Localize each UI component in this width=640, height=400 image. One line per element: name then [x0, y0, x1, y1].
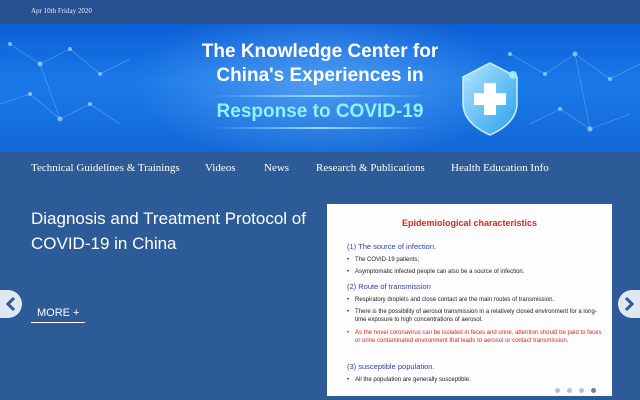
more-button[interactable]: MORE +	[31, 305, 85, 323]
banner-title-line2: China's Experiences in	[216, 65, 424, 86]
nav-item-news[interactable]: News	[264, 162, 289, 174]
card-title: Epidemiological characteristics	[401, 218, 538, 228]
banner-rule-bottom	[210, 127, 430, 129]
card-bullet: • Respiratory droplets and close contact…	[347, 297, 555, 303]
slide-image-card[interactable]: Epidemiological characteristics (1) The …	[327, 204, 612, 396]
carousel-next-button[interactable]	[618, 290, 640, 318]
banner-title-line1: The Knowledge Center for	[201, 41, 439, 62]
slide-title[interactable]: Diagnosis and Treatment Protocol of COVI…	[31, 206, 311, 256]
banner: The Knowledge Center for China's Experie…	[0, 24, 640, 152]
carousel-dot[interactable]	[579, 388, 584, 393]
card-bullet: • The COVID-19 patients;	[347, 257, 420, 263]
chevron-left-icon	[5, 296, 16, 312]
carousel-dots	[555, 388, 605, 394]
main-nav: Technical Guidelines & Trainings Videos …	[0, 152, 640, 186]
carousel-dot[interactable]	[567, 388, 572, 393]
carousel-dot-active[interactable]	[591, 388, 596, 393]
nav-item-research-publications[interactable]: Research & Publications	[316, 162, 425, 174]
carousel-dot[interactable]	[555, 388, 560, 393]
carousel-prev-button[interactable]	[0, 290, 22, 318]
card-bullet-highlight: • As the novel coronavirus can be isolat…	[347, 330, 602, 344]
date-text: Apr 10th Friday 2020	[31, 7, 92, 15]
card-bullet: • All the population are generally susce…	[347, 377, 471, 383]
card-heading-population: (3) susceptible population.	[347, 362, 435, 371]
nav-item-technical-guidelines[interactable]: Technical Guidelines & Trainings	[31, 162, 180, 174]
card-bullet: • Asymptomatic infected people can also …	[347, 269, 525, 275]
nav-item-videos[interactable]: Videos	[205, 162, 236, 174]
banner-title-line3: Response to COVID-19	[216, 101, 424, 122]
medical-shield-icon	[462, 62, 518, 136]
chevron-right-icon	[624, 296, 635, 312]
card-heading-source: (1) The source of infection.	[347, 242, 437, 251]
top-bar: Apr 10th Friday 2020	[0, 0, 640, 24]
banner-rule-top	[210, 95, 430, 97]
card-bullet: • There is the possibility of aerosol tr…	[347, 309, 597, 323]
nav-item-health-education[interactable]: Health Education Info	[451, 162, 549, 174]
card-heading-route: (2) Route of transmission	[347, 282, 431, 291]
